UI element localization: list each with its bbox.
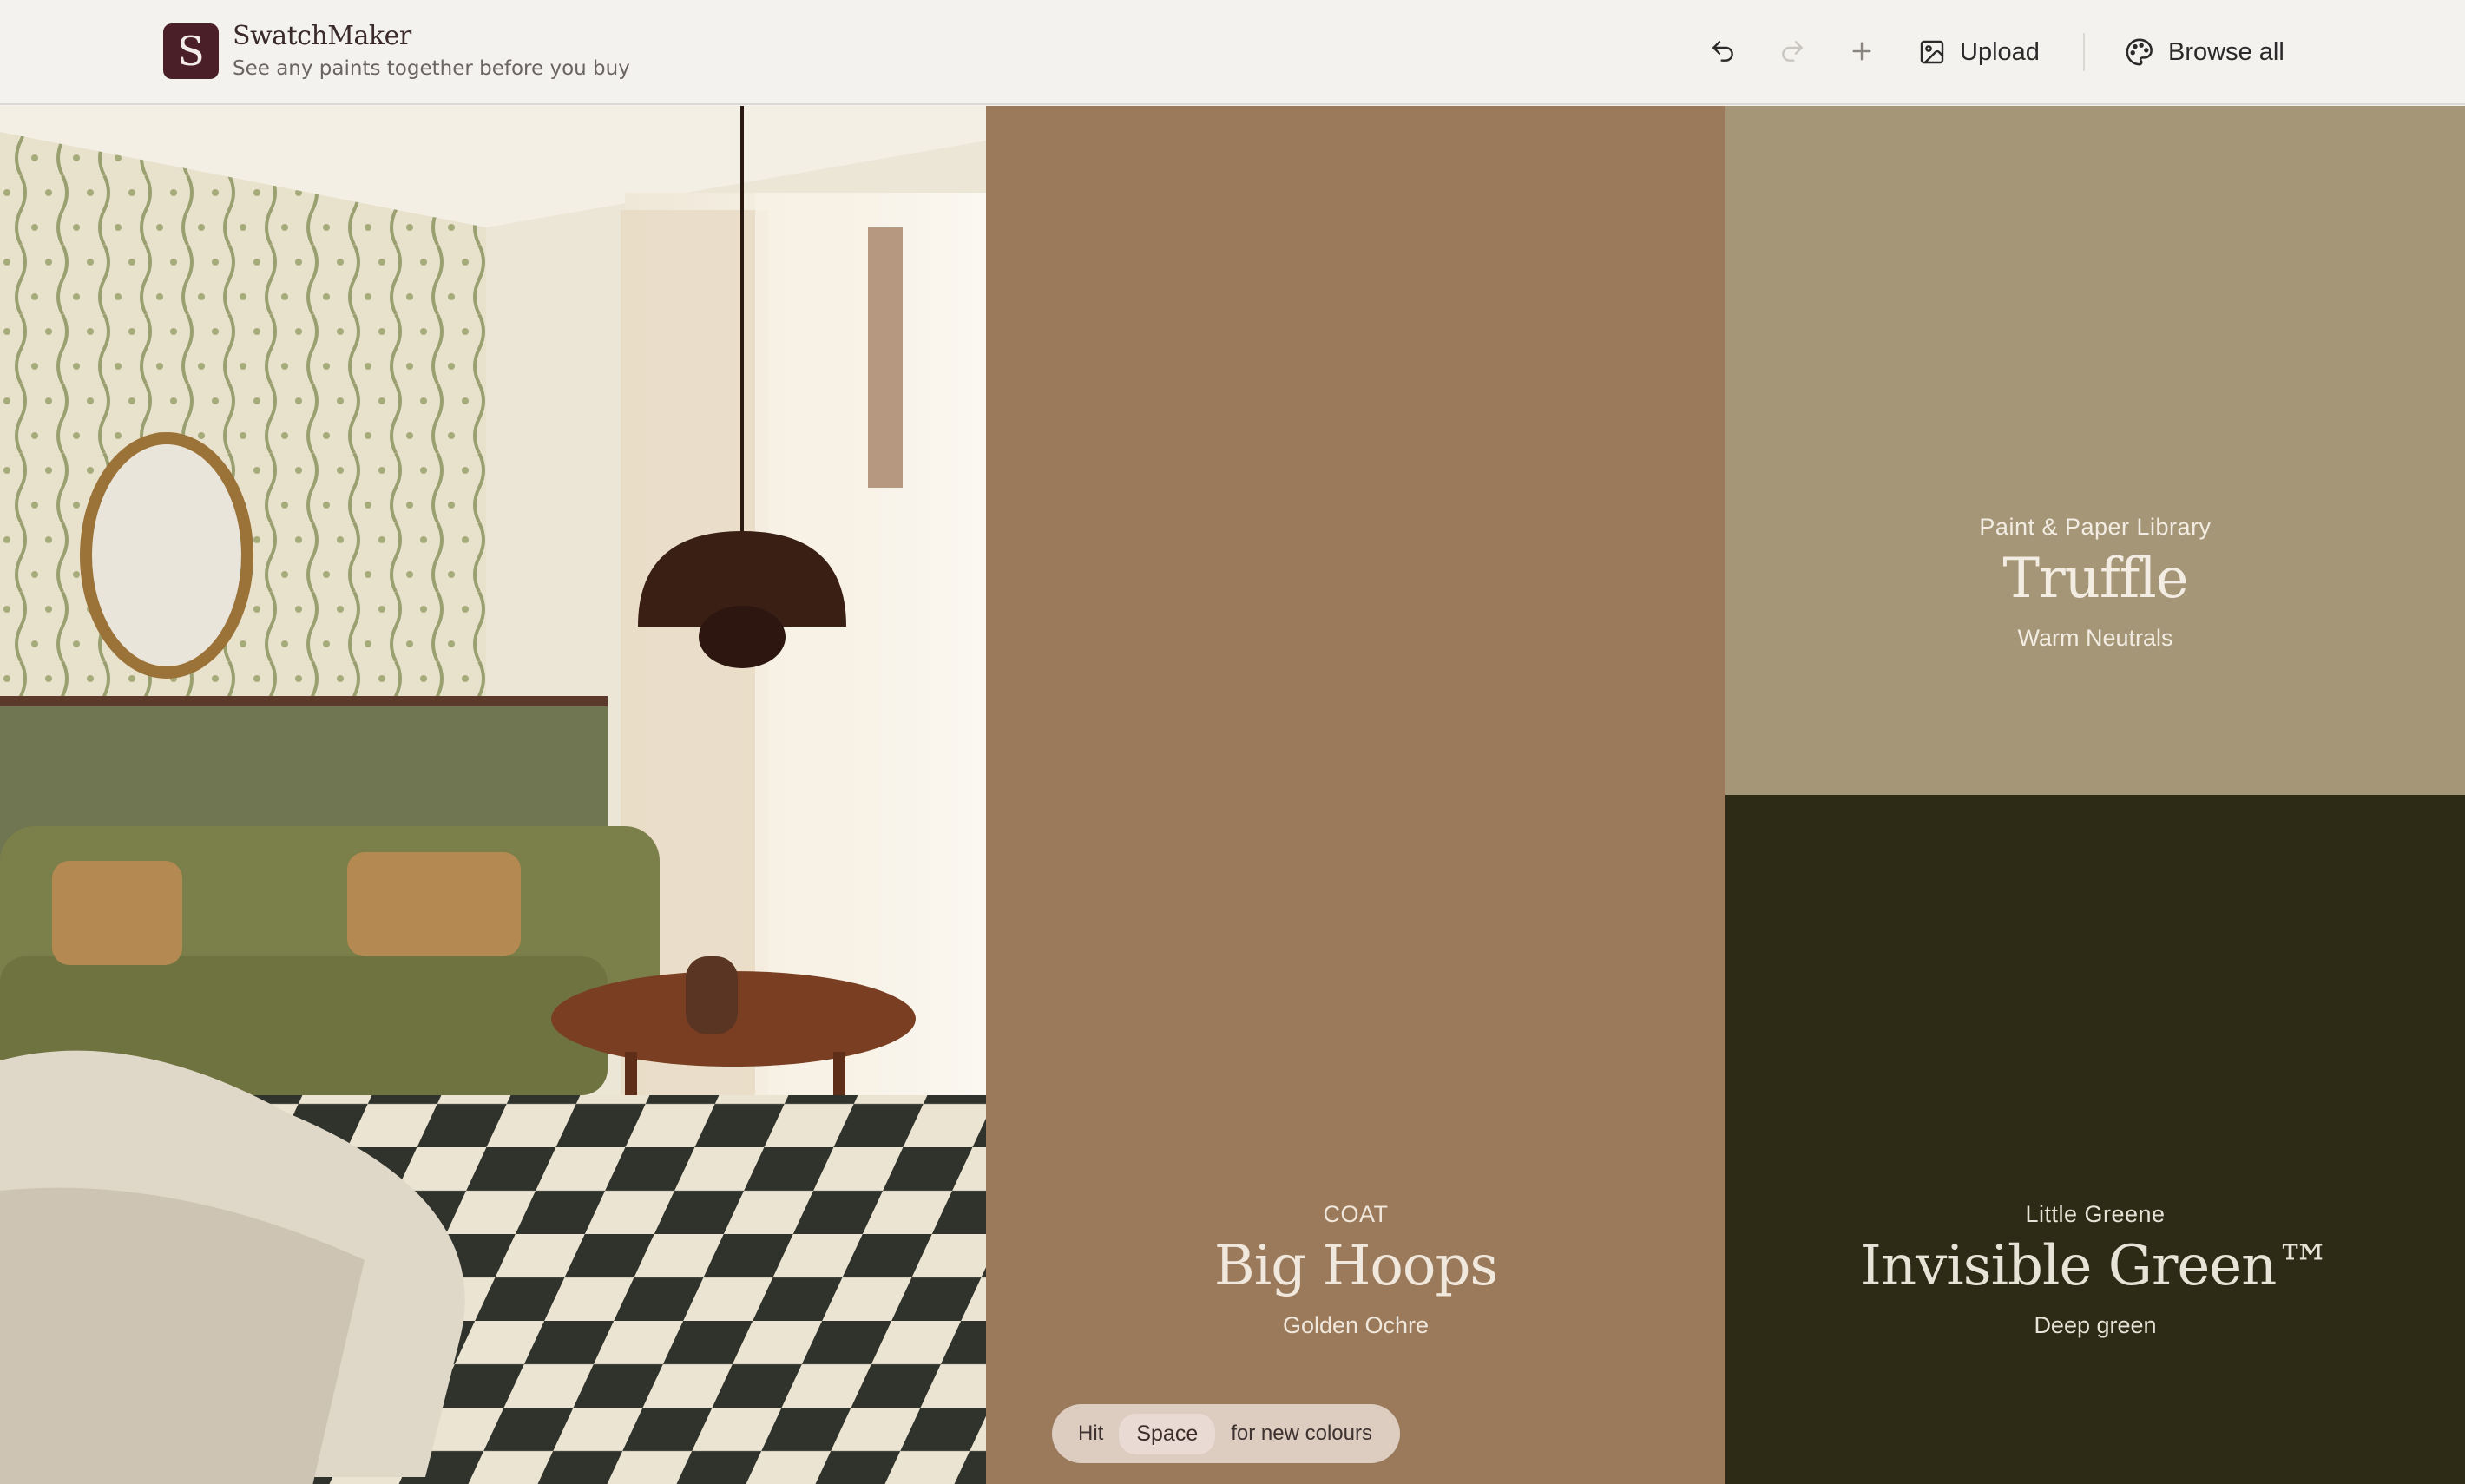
browse-all-label: Browse all (2168, 37, 2284, 66)
redo-button[interactable] (1772, 31, 1812, 71)
keyboard-hint: Hit Space for new colours (1052, 1404, 1400, 1463)
swatch-invisible-green[interactable]: Little Greene Invisible Green™ Deep gree… (1726, 795, 2465, 1484)
upload-button[interactable]: Upload (1918, 28, 2040, 76)
app-header: S SwatchMaker See any paints together be… (0, 0, 2465, 105)
swatch-family: Warm Neutrals (2017, 625, 2173, 651)
logo-letter: S (177, 28, 205, 75)
swatch-brand: Little Greene (2025, 1201, 2166, 1227)
browse-all-button[interactable]: Browse all (2125, 28, 2284, 76)
swatch-family: Golden Ochre (1282, 1312, 1430, 1338)
swatch-big-hoops[interactable]: COAT Big Hoops Golden Ochre (986, 106, 1726, 1484)
upload-label: Upload (1960, 37, 2040, 66)
palette-icon (2126, 38, 2153, 66)
swatch-name: Truffle (2002, 547, 2188, 611)
swatch-brand: Paint & Paper Library (1979, 514, 2212, 540)
swatch-brand: COAT (1323, 1201, 1389, 1227)
undo-button[interactable] (1703, 31, 1743, 71)
header-divider (2083, 33, 2085, 71)
hint-prefix: Hit (1078, 1422, 1104, 1445)
app-name: SwatchMaker (233, 21, 411, 51)
app-tagline: See any paints together before you buy (233, 57, 630, 80)
undo-icon (1712, 41, 1733, 62)
plus-icon (1852, 42, 1871, 61)
swatch-name: Big Hoops (1213, 1234, 1499, 1298)
swatch-name: Invisible Green™ (1859, 1234, 2332, 1298)
swatch-truffle[interactable]: Paint & Paper Library Truffle Warm Neutr… (1726, 106, 2465, 795)
hint-suffix: for new colours (1231, 1422, 1372, 1445)
image-icon (1920, 40, 1944, 64)
app-logo[interactable]: S (163, 23, 219, 79)
swatch-family: Deep green (2034, 1312, 2157, 1338)
room-preview-image (0, 106, 986, 1484)
space-key-badge[interactable]: Space (1119, 1413, 1216, 1454)
redo-icon (1782, 41, 1803, 62)
add-swatch-button[interactable] (1842, 31, 1882, 71)
